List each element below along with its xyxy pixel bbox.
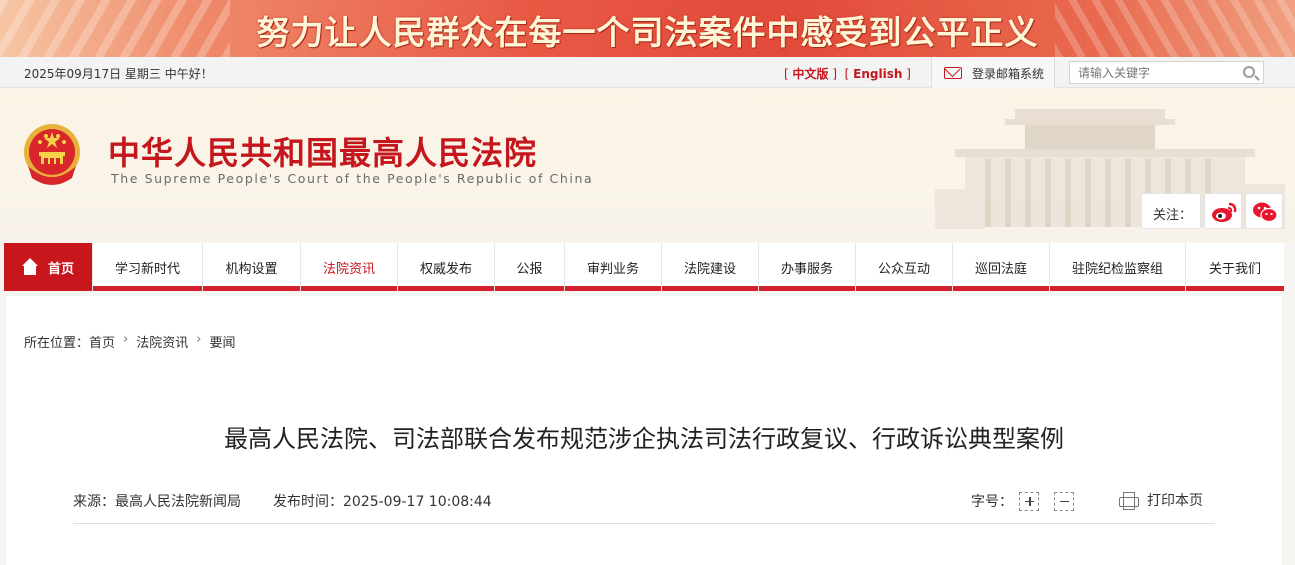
breadcrumb-headlines[interactable]: 要闻: [209, 332, 235, 351]
print-button[interactable]: 打印本页: [1119, 490, 1203, 510]
breadcrumb-separator-icon: ›: [123, 332, 129, 347]
breadcrumb-prefix: 所在位置：: [24, 336, 90, 351]
article-title: 最高人民法院、司法部联合发布规范涉企执法司法行政复议、行政诉讼典型案例: [224, 425, 1064, 453]
article-source: 来源：最高人民法院新闻局: [73, 494, 241, 510]
nav-item-about-us[interactable]: 关于我们: [1186, 243, 1284, 291]
nav-item-circuit-court[interactable]: 巡回法庭: [953, 243, 1050, 291]
nav-item-court-building[interactable]: 法院建设: [662, 243, 759, 291]
mail-login-button[interactable]: 登录邮箱系统: [931, 57, 1055, 88]
nav-item-court-news[interactable]: 法院资讯: [301, 243, 398, 291]
nav-item-public-interaction[interactable]: 公众互动: [856, 243, 953, 291]
language-switch: [ 中文版 ] [ English ]: [784, 67, 911, 81]
breadcrumb-separator-icon: ›: [196, 332, 202, 347]
nav-item-organization[interactable]: 机构设置: [203, 243, 301, 291]
meta-divider: [73, 523, 1215, 524]
search-input[interactable]: [1070, 62, 1230, 84]
site-title-english: The Supreme People's Court of the People…: [111, 171, 594, 186]
search-icon[interactable]: [1243, 66, 1255, 78]
font-increase-button[interactable]: [1019, 491, 1039, 511]
follow-label: 关注：: [1141, 193, 1201, 229]
nav-item-gazette[interactable]: 公报: [495, 243, 565, 291]
nav-item-authoritative-release[interactable]: 权威发布: [398, 243, 495, 291]
date-greeting: 2025年09月17日 星期三 中午好！: [24, 67, 213, 81]
printer-icon: [1119, 491, 1139, 510]
article-publish-time: 发布时间：2025-09-17 10:08:44: [273, 494, 492, 510]
print-label: 打印本页: [1147, 493, 1203, 509]
nav-item-trial-business[interactable]: 审判业务: [565, 243, 662, 291]
mail-login-label: 登录邮箱系统: [972, 67, 1045, 81]
nav-item-services[interactable]: 办事服务: [759, 243, 856, 291]
nav-item-discipline-team[interactable]: 驻院纪检监察组: [1050, 243, 1186, 291]
font-decrease-button[interactable]: [1054, 491, 1074, 511]
breadcrumb-court-news[interactable]: 法院资讯: [136, 332, 188, 351]
wechat-icon: [1253, 202, 1278, 223]
font-size-control: 字号：: [971, 491, 1074, 511]
lang-english-link[interactable]: English: [853, 67, 902, 81]
wechat-button[interactable]: [1245, 193, 1283, 229]
slogan-banner: 努力让人民群众在每一个司法案件中感受到公平正义: [0, 0, 1295, 57]
nav-item-label: 首页: [48, 261, 75, 277]
main-navigation: 首页 学习新时代 机构设置 法院资讯 权威发布 公报 审判业务 法院建设 办事服…: [4, 243, 1284, 291]
lang-chinese-link[interactable]: 中文版: [793, 67, 829, 81]
national-emblem-logo: [24, 124, 80, 185]
home-icon: [20, 258, 40, 276]
breadcrumb: 所在位置： 首页 › 法院资讯 › 要闻: [24, 332, 235, 351]
search-box: [1069, 61, 1264, 84]
font-size-label: 字号：: [971, 494, 1013, 510]
nav-item-study[interactable]: 学习新时代: [93, 243, 203, 291]
nav-item-home[interactable]: 首页: [4, 243, 93, 291]
weibo-icon: [1212, 202, 1237, 222]
mail-icon: [944, 67, 962, 79]
site-header: 中华人民共和国最高人民法院 The Supreme People's Court…: [0, 89, 1295, 243]
article-container: 所在位置： 首页 › 法院资讯 › 要闻 最高人民法院、司法部联合发布规范涉企执…: [6, 296, 1282, 565]
article-meta: 来源：最高人民法院新闻局 发布时间：2025-09-17 10:08:44: [73, 491, 492, 511]
breadcrumb-home[interactable]: 首页: [89, 332, 115, 351]
site-title: 中华人民共和国最高人民法院: [108, 134, 538, 172]
slogan-text: 努力让人民群众在每一个司法案件中感受到公平正义: [256, 13, 1039, 52]
weibo-button[interactable]: [1204, 193, 1242, 229]
